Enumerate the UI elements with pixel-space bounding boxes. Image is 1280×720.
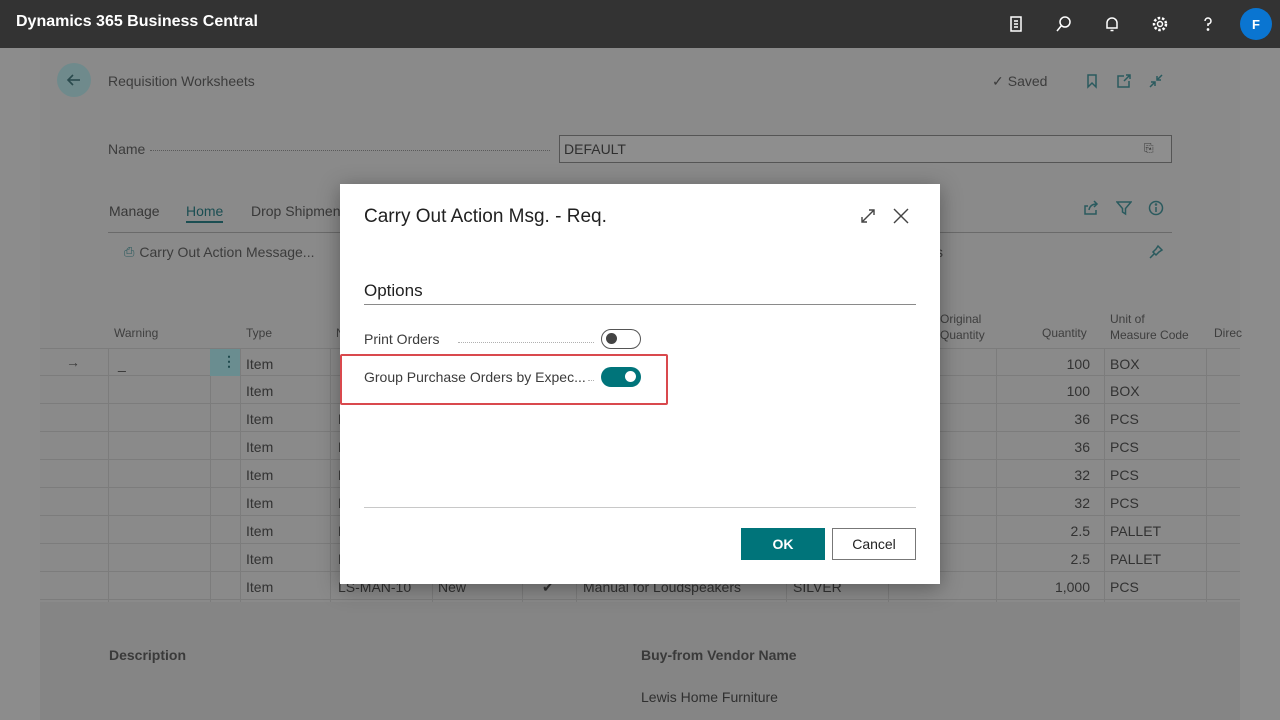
top-bar: Dynamics 365 Business Central F (0, 0, 1280, 48)
help-icon[interactable] (1194, 10, 1222, 38)
search-icon[interactable] (1050, 10, 1078, 38)
col-divider (330, 348, 331, 602)
leader-dots (458, 342, 594, 343)
tab-drop-shipment[interactable]: Drop Shipmen (251, 203, 341, 219)
col-header-quantity[interactable]: Quantity (1042, 325, 1087, 341)
saved-label: Saved (1007, 73, 1048, 89)
col-divider (1104, 348, 1105, 602)
filter-icon[interactable] (1115, 200, 1133, 219)
vendor-label: Buy-from Vendor Name (641, 647, 797, 663)
col-header-uom-1[interactable]: Unit of (1110, 311, 1145, 327)
cancel-button[interactable]: Cancel (832, 528, 916, 560)
col-header-warning[interactable]: Warning (114, 325, 158, 341)
name-field[interactable]: DEFAULT ⎘ (559, 135, 1172, 163)
cell-quantity[interactable]: 36 (1074, 439, 1090, 455)
action-message-icon: ⎙ (124, 244, 135, 259)
cell-uom[interactable]: BOX (1110, 356, 1140, 372)
open-new-window-icon[interactable] (1116, 73, 1132, 92)
expand-icon[interactable] (858, 206, 878, 226)
tab-manage[interactable]: Manage (109, 203, 160, 219)
collapse-icon[interactable] (1148, 73, 1164, 92)
cell-uom[interactable]: PALLET (1110, 551, 1161, 567)
ok-button[interactable]: OK (741, 528, 825, 560)
cell-type[interactable]: Item (246, 579, 273, 595)
row-actions-cell[interactable]: ⋮ (210, 349, 240, 376)
col-divider (1206, 348, 1207, 602)
col-divider (210, 348, 211, 602)
cell-type[interactable]: Item (246, 551, 273, 567)
saved-status: ✓ Saved (992, 73, 1047, 90)
carry-out-action-label: Carry Out Action Message... (139, 244, 315, 260)
more-options-icon: ⋮ (222, 353, 236, 369)
cell-uom[interactable]: BOX (1110, 383, 1140, 399)
col-header-direct[interactable]: Direc (1214, 325, 1242, 341)
avatar[interactable]: F (1240, 8, 1272, 40)
pin-icon[interactable] (1148, 244, 1164, 263)
document-icon[interactable] (1002, 10, 1030, 38)
cell-type[interactable]: Item (246, 383, 273, 399)
footer-divider (364, 507, 916, 508)
cell-type[interactable]: Item (246, 495, 273, 511)
tab-home[interactable]: Home (186, 203, 224, 223)
info-icon[interactable] (1148, 200, 1164, 219)
print-orders-label: Print Orders (364, 331, 440, 347)
name-leader-dots (150, 150, 550, 151)
bell-icon[interactable] (1098, 10, 1126, 38)
toggle-knob (606, 333, 617, 344)
col-header-original-qty-1[interactable]: Original (940, 311, 981, 327)
highlight-box (340, 354, 668, 405)
print-orders-toggle[interactable] (601, 329, 641, 349)
cell-quantity[interactable]: 32 (1074, 467, 1090, 483)
gear-icon[interactable] (1146, 10, 1174, 38)
cell-type[interactable]: Item (246, 439, 273, 455)
cell-uom[interactable]: PALLET (1110, 523, 1161, 539)
cell-type[interactable]: Item (246, 467, 273, 483)
row-indicator-arrow-icon: → (66, 354, 80, 370)
cell-quantity[interactable]: 1,000 (1055, 579, 1090, 595)
page-title: Requisition Worksheets (108, 73, 255, 89)
options-divider (364, 304, 916, 305)
dialog-title: Carry Out Action Msg. - Req. (364, 206, 607, 227)
options-heading: Options (364, 281, 423, 300)
cell-uom[interactable]: PCS (1110, 411, 1139, 427)
cell-quantity[interactable]: 32 (1074, 495, 1090, 511)
cell-type[interactable]: Item (246, 356, 273, 372)
cell-type[interactable]: Item (246, 411, 273, 427)
details-pane (40, 602, 1240, 720)
cell-quantity[interactable]: 2.5 (1071, 523, 1090, 539)
lookup-icon[interactable]: ⎘ (1144, 141, 1154, 156)
arrow-left-icon (66, 74, 80, 86)
col-divider (240, 348, 241, 602)
app-title[interactable]: Dynamics 365 Business Central (16, 13, 258, 31)
col-divider (996, 348, 997, 602)
col-divider (108, 348, 109, 602)
name-label: Name (108, 141, 146, 157)
name-value: DEFAULT (564, 141, 626, 157)
description-label: Description (109, 647, 187, 663)
col-header-type[interactable]: Type (246, 325, 272, 341)
cell-uom[interactable]: PCS (1110, 467, 1139, 483)
back-button[interactable] (57, 63, 91, 97)
close-icon[interactable] (890, 205, 912, 227)
vendor-value: Lewis Home Furniture (641, 689, 778, 705)
cell-type[interactable]: Item (246, 523, 273, 539)
cell-quantity[interactable]: 100 (1067, 383, 1090, 399)
cell-uom[interactable]: PCS (1110, 579, 1139, 595)
bookmark-icon[interactable] (1084, 73, 1100, 92)
col-header-original-qty-2[interactable]: Quantity (940, 327, 985, 343)
share-icon[interactable] (1083, 200, 1099, 219)
cell-quantity[interactable]: 36 (1074, 411, 1090, 427)
cell-quantity[interactable]: 100 (1067, 356, 1090, 372)
checkmark-icon: ✓ (992, 73, 1004, 89)
cell-uom[interactable]: PCS (1110, 495, 1139, 511)
cell-quantity[interactable]: 2.5 (1071, 551, 1090, 567)
col-header-uom-2[interactable]: Measure Code (1110, 327, 1189, 343)
cell-uom[interactable]: PCS (1110, 439, 1139, 455)
carry-out-action-button[interactable]: ⎙ Carry Out Action Message... (124, 244, 314, 260)
cell-warning[interactable]: _ (118, 356, 126, 372)
